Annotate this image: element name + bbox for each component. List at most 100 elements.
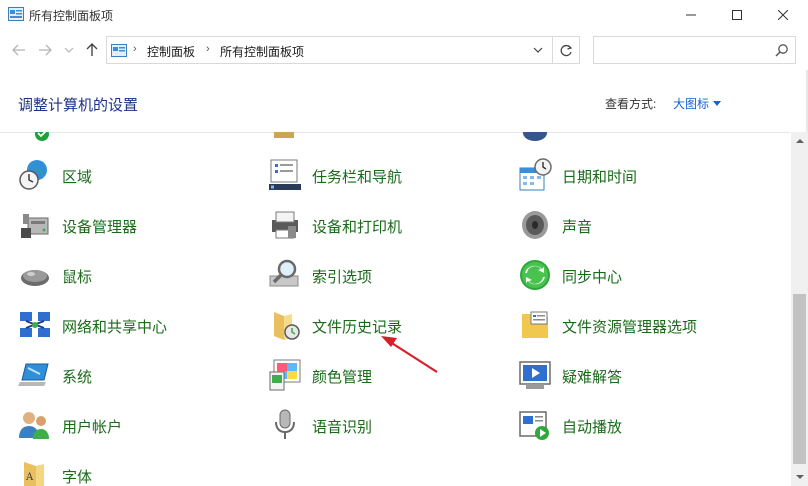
- item-label: 设备和打印机: [312, 219, 403, 236]
- chevron-down-icon: [795, 475, 804, 479]
- breadcrumb-all-items[interactable]: 所有控制面板项: [220, 43, 304, 60]
- item-devices-printers[interactable]: 设备和打印机: [268, 208, 498, 246]
- calendar-clock-icon: [519, 158, 552, 191]
- sync-icon: [520, 260, 550, 290]
- item-file-explorer-options[interactable]: 文件资源管理器选项: [518, 308, 748, 346]
- maximize-icon: [732, 10, 742, 20]
- item-label: 字体: [62, 469, 93, 486]
- chevron-down-icon: [64, 47, 74, 53]
- item-autoplay[interactable]: 自动播放: [518, 408, 748, 446]
- taskbar-icon: [269, 159, 301, 190]
- item-label: 网络和共享中心: [62, 319, 168, 336]
- item-sync-center[interactable]: 同步中心: [518, 258, 748, 296]
- autoplay-icon: [519, 411, 549, 440]
- close-icon: [778, 10, 788, 20]
- search-box[interactable]: [593, 36, 796, 64]
- scroll-down-button[interactable]: [791, 469, 808, 486]
- item-label: 区域: [62, 169, 93, 186]
- scrollbar-thumb[interactable]: [793, 294, 806, 464]
- refresh-button[interactable]: [552, 37, 580, 63]
- chevron-down-icon: [533, 47, 543, 53]
- partial-item-icon: [523, 132, 547, 141]
- item-label: 鼠标: [62, 269, 93, 286]
- item-label: 索引选项: [312, 269, 373, 286]
- troubleshoot-icon: [519, 361, 551, 389]
- window-title: 所有控制面板项: [29, 9, 114, 23]
- fonts-folder-icon: A: [24, 462, 44, 486]
- breadcrumb-control-panel[interactable]: 控制面板: [147, 43, 195, 60]
- view-by-value: 大图标: [673, 97, 710, 111]
- item-label: 日期和时间: [562, 169, 638, 186]
- breadcrumb-separator: ›: [133, 43, 137, 55]
- item-label: 文件资源管理器选项: [562, 319, 698, 336]
- back-button[interactable]: [10, 41, 28, 59]
- color-management-icon: [269, 359, 301, 391]
- item-fonts[interactable]: A 字体: [18, 458, 248, 486]
- divider: [0, 132, 790, 133]
- caret-down-icon: [713, 101, 722, 106]
- users-icon: [19, 412, 49, 439]
- item-label: 任务栏和导航: [312, 169, 403, 186]
- item-taskbar-navigation[interactable]: 任务栏和导航: [268, 158, 498, 196]
- recent-locations-button[interactable]: [60, 41, 78, 59]
- search-icon[interactable]: [775, 43, 789, 57]
- page-title: 调整计算机的设置: [18, 97, 139, 114]
- item-device-manager[interactable]: 设备管理器: [18, 208, 248, 246]
- microphone-icon: [275, 409, 295, 439]
- search-input[interactable]: [598, 41, 768, 59]
- item-mouse[interactable]: 鼠标: [18, 258, 248, 296]
- speaker-icon: [522, 211, 548, 239]
- title-bar: 所有控制面板项: [0, 0, 808, 30]
- item-date-time[interactable]: 日期和时间: [518, 158, 748, 196]
- item-network-sharing-center[interactable]: 网络和共享中心: [18, 308, 248, 346]
- item-sound[interactable]: 声音: [518, 208, 748, 246]
- laptop-icon: [18, 363, 49, 386]
- control-panel-icon: [111, 44, 127, 57]
- item-label: 自动播放: [562, 419, 623, 436]
- svg-text:A: A: [25, 472, 34, 483]
- arrow-up-icon: [86, 43, 98, 56]
- network-icon: [20, 312, 50, 337]
- partial-item-icon: [274, 132, 294, 138]
- view-by-dropdown[interactable]: 大图标: [673, 95, 722, 112]
- annotation-arrow: [381, 336, 438, 373]
- item-user-accounts[interactable]: 用户帐户: [18, 408, 248, 446]
- item-label: 设备管理器: [62, 219, 138, 236]
- control-panel-icon: [8, 7, 24, 21]
- item-label: 系统: [62, 369, 93, 386]
- address-bar[interactable]: › 控制面板 › 所有控制面板项: [106, 36, 580, 64]
- view-by-label: 查看方式:: [605, 97, 657, 111]
- arrow-left-icon: [12, 44, 25, 56]
- minimize-icon: [686, 14, 696, 16]
- folder-options-icon: [522, 311, 548, 338]
- maximize-button[interactable]: [714, 0, 760, 30]
- vertical-scrollbar[interactable]: [791, 132, 808, 486]
- breadcrumb-separator: ›: [206, 43, 210, 55]
- refresh-icon: [560, 44, 573, 56]
- item-region[interactable]: 区域: [18, 158, 248, 196]
- item-label: 语音识别: [312, 419, 373, 436]
- partial-item-icon: [35, 132, 49, 141]
- up-button[interactable]: [83, 41, 101, 59]
- mouse-icon: [21, 270, 49, 286]
- item-label: 同步中心: [562, 269, 623, 286]
- item-speech-recognition[interactable]: 语音识别: [268, 408, 498, 446]
- arrow-right-icon: [39, 44, 52, 56]
- item-system[interactable]: 系统: [18, 358, 248, 396]
- forward-button[interactable]: [36, 41, 54, 59]
- device-manager-icon: [21, 214, 49, 238]
- magnifier-icon: [269, 259, 299, 287]
- item-label: 声音: [562, 219, 593, 236]
- close-button[interactable]: [760, 0, 806, 30]
- chevron-up-icon: [795, 139, 804, 143]
- printer-icon: [272, 211, 298, 239]
- item-troubleshooting[interactable]: 疑难解答: [518, 358, 748, 396]
- scroll-up-button[interactable]: [791, 132, 808, 149]
- item-label: 用户帐户: [62, 419, 123, 436]
- item-label: 疑难解答: [562, 369, 623, 386]
- globe-clock-icon: [19, 160, 47, 190]
- minimize-button[interactable]: [668, 0, 714, 30]
- item-indexing-options[interactable]: 索引选项: [268, 258, 498, 296]
- item-label: 颜色管理: [312, 369, 373, 386]
- address-dropdown-button[interactable]: [526, 37, 550, 63]
